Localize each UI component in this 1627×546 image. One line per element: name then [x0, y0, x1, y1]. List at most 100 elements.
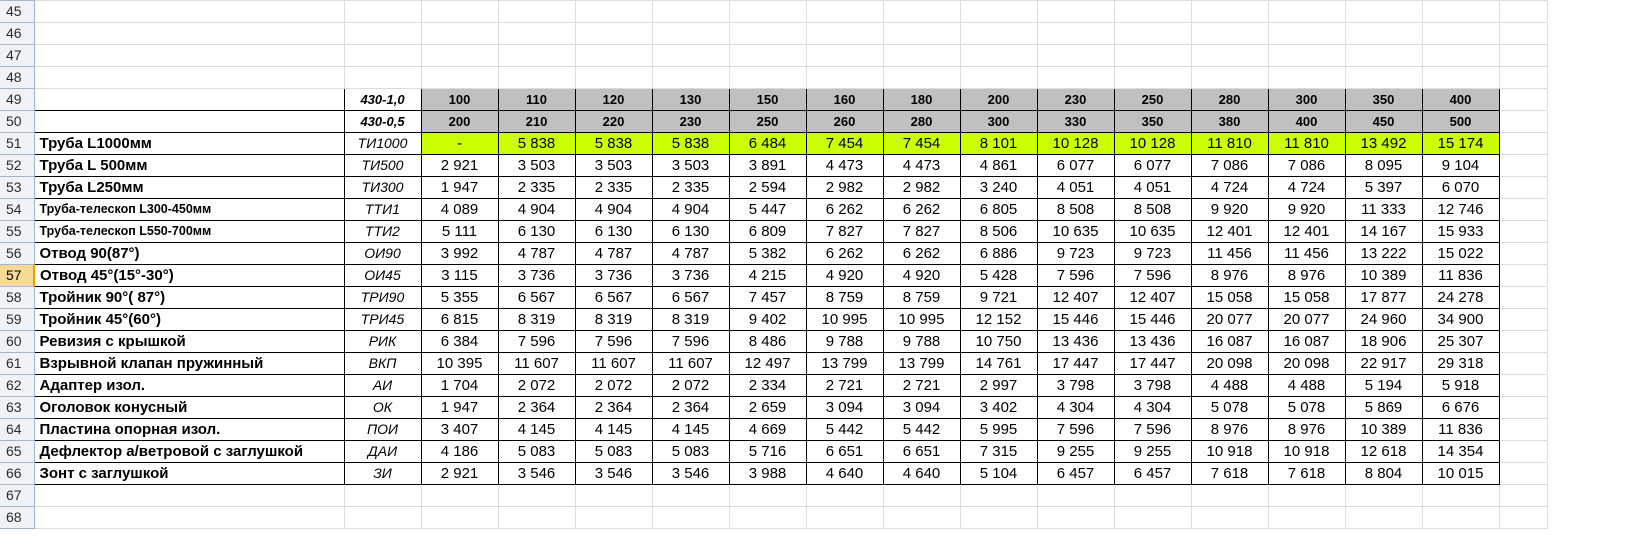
empty-cell[interactable]: [882, 484, 961, 507]
price-cell[interactable]: 3 503: [574, 154, 653, 177]
empty-cell[interactable]: [805, 66, 884, 89]
price-cell[interactable]: 10 635: [1036, 220, 1115, 243]
row-header[interactable]: 57: [0, 264, 35, 287]
price-cell[interactable]: 6 567: [574, 286, 653, 309]
price-cell[interactable]: 6 567: [497, 286, 576, 309]
price-cell[interactable]: 1 704: [420, 374, 499, 397]
price-cell[interactable]: 5 397: [1344, 176, 1423, 199]
size-header-cell[interactable]: 260: [805, 110, 884, 133]
empty-cell[interactable]: [728, 0, 807, 23]
empty-cell[interactable]: [1421, 44, 1500, 67]
price-cell[interactable]: 5 083: [574, 440, 653, 463]
price-cell[interactable]: 11 810: [1267, 132, 1346, 155]
price-cell[interactable]: 5 194: [1344, 374, 1423, 397]
price-cell[interactable]: 3 240: [959, 176, 1038, 199]
price-cell[interactable]: 10 389: [1344, 418, 1423, 441]
empty-cell[interactable]: [1267, 0, 1346, 23]
price-cell[interactable]: 6 886: [959, 242, 1038, 265]
empty-cell[interactable]: [1036, 484, 1115, 507]
price-cell[interactable]: 9 255: [1036, 440, 1115, 463]
price-cell[interactable]: 4 051: [1036, 176, 1115, 199]
blank-cell[interactable]: [33, 88, 345, 111]
empty-cell[interactable]: [805, 44, 884, 67]
price-cell[interactable]: 14 761: [959, 352, 1038, 375]
empty-cell[interactable]: [1344, 22, 1423, 45]
empty-cell[interactable]: [1498, 220, 1548, 243]
price-cell[interactable]: 6 805: [959, 198, 1038, 221]
price-cell[interactable]: 34 900: [1421, 308, 1500, 331]
price-cell[interactable]: 11 836: [1421, 418, 1500, 441]
size-header-cell[interactable]: 280: [1190, 88, 1269, 111]
price-cell[interactable]: 5 447: [728, 198, 807, 221]
empty-cell[interactable]: [1190, 484, 1269, 507]
price-cell[interactable]: 10 128: [1036, 132, 1115, 155]
empty-cell[interactable]: [728, 506, 807, 529]
price-cell[interactable]: 5 104: [959, 462, 1038, 485]
price-cell[interactable]: 15 022: [1421, 242, 1500, 265]
price-cell[interactable]: 8 976: [1267, 418, 1346, 441]
price-cell[interactable]: 4 904: [651, 198, 730, 221]
price-cell[interactable]: 13 436: [1113, 330, 1192, 353]
empty-cell[interactable]: [1421, 506, 1500, 529]
row-header[interactable]: 50: [0, 110, 35, 133]
empty-cell[interactable]: [420, 44, 499, 67]
row-header[interactable]: 55: [0, 220, 35, 243]
row-header[interactable]: 48: [0, 66, 35, 89]
price-cell[interactable]: 2 982: [882, 176, 961, 199]
size-header-cell[interactable]: 350: [1113, 110, 1192, 133]
price-cell[interactable]: 9 723: [1113, 242, 1192, 265]
price-cell[interactable]: 8 759: [882, 286, 961, 309]
product-code-cell[interactable]: ОИ45: [343, 264, 422, 287]
product-name-cell[interactable]: Отвод 45°(15°-30°): [33, 264, 345, 287]
price-cell[interactable]: 6 384: [420, 330, 499, 353]
empty-cell[interactable]: [420, 506, 499, 529]
price-cell[interactable]: 7 457: [728, 286, 807, 309]
price-cell[interactable]: 4 488: [1190, 374, 1269, 397]
price-cell[interactable]: 8 976: [1267, 264, 1346, 287]
price-cell[interactable]: 2 721: [882, 374, 961, 397]
price-cell[interactable]: 13 222: [1344, 242, 1423, 265]
empty-cell[interactable]: [1498, 132, 1548, 155]
empty-cell[interactable]: [651, 506, 730, 529]
empty-cell[interactable]: [497, 0, 576, 23]
row-header[interactable]: 59: [0, 308, 35, 331]
price-cell[interactable]: 7 827: [805, 220, 884, 243]
price-cell[interactable]: 4 145: [651, 418, 730, 441]
empty-cell[interactable]: [1190, 44, 1269, 67]
price-cell[interactable]: 6 815: [420, 308, 499, 331]
price-cell[interactable]: 5 869: [1344, 396, 1423, 419]
price-cell[interactable]: 5 442: [805, 418, 884, 441]
price-cell[interactable]: 4 304: [1113, 396, 1192, 419]
price-cell[interactable]: 20 077: [1267, 308, 1346, 331]
product-name-cell[interactable]: Труба L 500мм: [33, 154, 345, 177]
product-code-cell[interactable]: ЗИ: [343, 462, 422, 485]
product-name-cell[interactable]: Труба L1000мм: [33, 132, 345, 155]
product-name-cell[interactable]: Труба-телескоп L550-700мм: [33, 220, 345, 243]
product-code-cell[interactable]: ПОИ: [343, 418, 422, 441]
price-cell[interactable]: 3 115: [420, 264, 499, 287]
size-header-cell[interactable]: 250: [1113, 88, 1192, 111]
empty-cell[interactable]: [959, 506, 1038, 529]
price-cell[interactable]: 8 976: [1190, 418, 1269, 441]
price-cell[interactable]: 10 750: [959, 330, 1038, 353]
empty-cell[interactable]: [343, 484, 422, 507]
size-header-cell[interactable]: 250: [728, 110, 807, 133]
product-name-cell[interactable]: Дефлектор а/ветровой с заглушкой: [33, 440, 345, 463]
price-cell[interactable]: 5 111: [420, 220, 499, 243]
price-cell[interactable]: 6 070: [1421, 176, 1500, 199]
price-cell[interactable]: 3 798: [1036, 374, 1115, 397]
price-cell[interactable]: 8 759: [805, 286, 884, 309]
empty-cell[interactable]: [1498, 506, 1548, 529]
price-cell[interactable]: 4 724: [1267, 176, 1346, 199]
size-header-cell[interactable]: 100: [420, 88, 499, 111]
empty-cell[interactable]: [882, 0, 961, 23]
price-cell[interactable]: 5 838: [651, 132, 730, 155]
product-name-cell[interactable]: Труба-телескоп L300-450мм: [33, 198, 345, 221]
price-cell[interactable]: 17 447: [1036, 352, 1115, 375]
price-cell[interactable]: 2 721: [805, 374, 884, 397]
price-cell[interactable]: 4 488: [1267, 374, 1346, 397]
product-name-cell[interactable]: Взрывной клапан пружинный: [33, 352, 345, 375]
price-cell[interactable]: 8 508: [1036, 198, 1115, 221]
price-cell[interactable]: 12 401: [1190, 220, 1269, 243]
price-cell[interactable]: 5 083: [497, 440, 576, 463]
